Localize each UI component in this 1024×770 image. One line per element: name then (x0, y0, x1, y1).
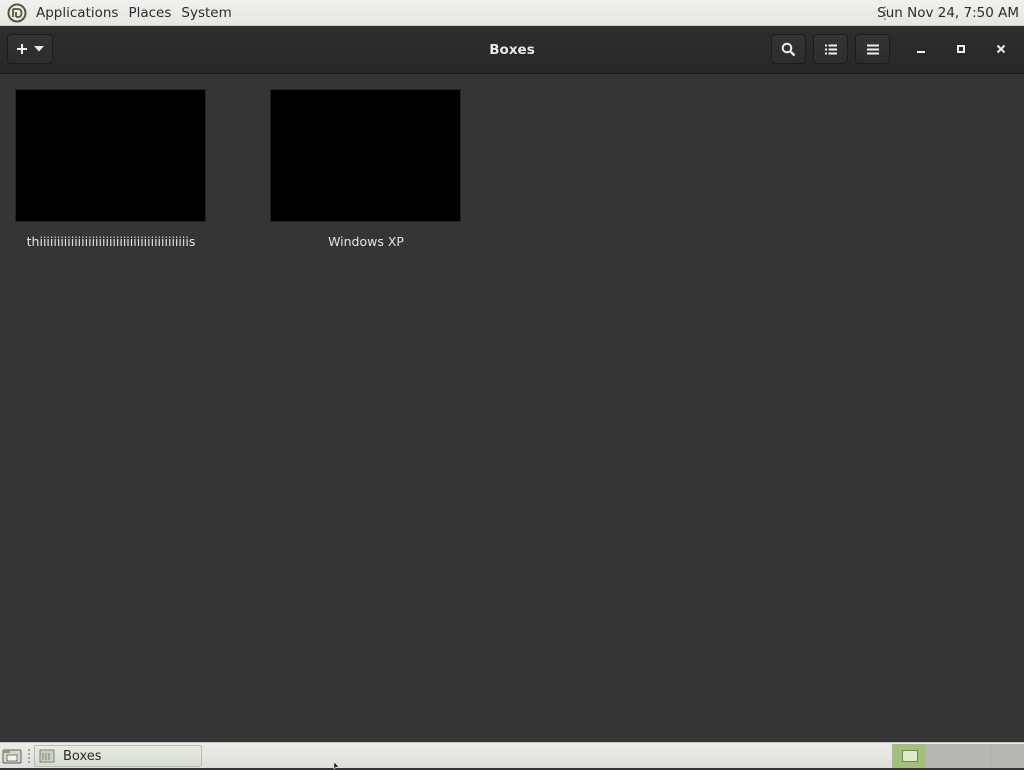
taskbar-button-boxes[interactable]: Boxes (34, 745, 202, 767)
close-icon (996, 44, 1006, 54)
close-button[interactable] (990, 38, 1012, 60)
bottom-panel: Boxes (0, 742, 1024, 768)
headerbar: Boxes (0, 26, 1024, 74)
maximize-icon (957, 45, 965, 53)
taskbar-button-label: Boxes (63, 748, 102, 764)
box-name: Windows XP (328, 234, 404, 249)
boxes-app-icon (39, 749, 55, 763)
search-button[interactable] (771, 34, 806, 64)
app-menu-button[interactable] (855, 34, 890, 64)
minimize-icon (917, 51, 925, 53)
tasklist-drag-handle[interactable] (27, 748, 31, 764)
box-thumbnail[interactable] (270, 89, 461, 222)
list-view-icon (824, 44, 837, 54)
clock[interactable]: Sun Nov 24, 7:50 AM (877, 0, 1019, 26)
hamburger-menu-icon (866, 44, 879, 54)
workspace-window-preview (902, 750, 918, 762)
applications-menu[interactable]: Applications (31, 0, 123, 26)
show-desktop-icon[interactable] (2, 747, 22, 764)
workspace-4[interactable] (991, 744, 1024, 768)
workspace-3[interactable] (958, 744, 991, 768)
minimize-button[interactable] (910, 38, 932, 60)
box-thumbnail[interactable] (15, 89, 206, 222)
workspace-1[interactable] (892, 744, 925, 768)
system-menu[interactable]: System (176, 0, 236, 26)
list-view-button[interactable] (813, 34, 848, 64)
box-name: thiiiiiiiiiiiiiiiiiiiiiiiiiiiiiiiiiiiiii… (26, 234, 196, 249)
box-item[interactable]: Windows XP (269, 88, 463, 258)
workspace-2[interactable] (925, 744, 958, 768)
distro-logo-icon[interactable] (7, 3, 27, 23)
boxes-collection-view[interactable]: thiiiiiiiiiiiiiiiiiiiiiiiiiiiiiiiiiiiiii… (0, 74, 1024, 742)
box-item[interactable]: thiiiiiiiiiiiiiiiiiiiiiiiiiiiiiiiiiiiiii… (14, 88, 208, 258)
top-panel: Applications Places System Sun Nov 24, 7… (0, 0, 1024, 26)
search-icon (781, 42, 796, 56)
places-menu[interactable]: Places (123, 0, 176, 26)
chevron-down-icon (34, 46, 44, 52)
new-box-button[interactable] (7, 34, 53, 64)
window-title: Boxes (489, 42, 535, 58)
maximize-button[interactable] (950, 38, 972, 60)
mouse-cursor-icon (333, 762, 340, 770)
plus-icon (17, 44, 27, 54)
